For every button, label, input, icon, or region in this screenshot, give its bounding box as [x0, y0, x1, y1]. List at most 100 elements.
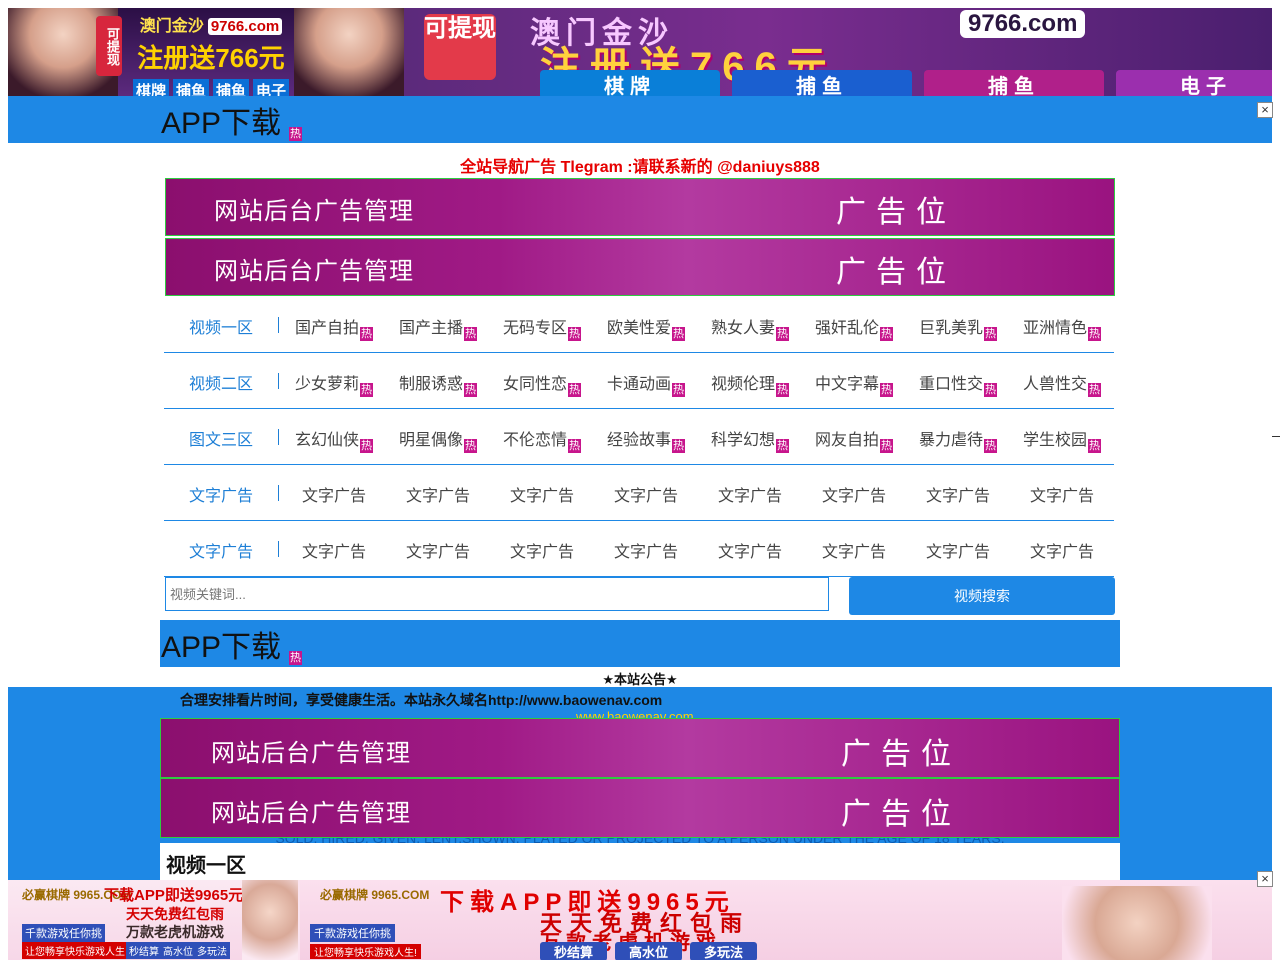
nav-row-video-1: 视频一区 国产自拍热 国产主播热 无码专区热 欧美性爱热 熟女人妻热 强奸乱伦热…: [164, 297, 1114, 353]
bottom-ad-banner[interactable]: 必赢棋牌 9965.COM 下载APP即送9965元 天天免费红包雨 万款老虎机…: [8, 880, 1272, 960]
ad-banner-text: 网站后台广告管理: [211, 800, 411, 827]
nav-link[interactable]: 科学幻想热: [698, 426, 802, 453]
app-download-bar-inner[interactable]: [160, 620, 1120, 667]
bottom-pill: 多玩法: [194, 942, 230, 959]
text-ad-link[interactable]: 文字广告: [1010, 538, 1114, 562]
scroll-marker: [1272, 436, 1280, 437]
nav-link[interactable]: 经验故事热: [594, 426, 698, 453]
text-ad-link[interactable]: 文字广告: [594, 482, 698, 506]
nav-link[interactable]: 欧美性爱热: [594, 314, 698, 341]
app-download-link[interactable]: APP下载: [161, 622, 281, 666]
text-ad-link[interactable]: 文字广告: [386, 482, 490, 506]
ad-banner-slot: 广告位: [841, 738, 961, 771]
text-ad-link[interactable]: 文字广告: [490, 482, 594, 506]
text-ad-link[interactable]: 文字广告: [594, 538, 698, 562]
ad-banner-slot: 广告位: [841, 798, 961, 831]
banner-photo: [294, 8, 404, 96]
nav-link[interactable]: 无码专区热: [490, 314, 594, 341]
text-ad-link[interactable]: 文字广告: [1010, 482, 1114, 506]
bottom-pills: 秒结算 高水位 多玩法: [540, 942, 758, 960]
nav-row-text-ads-2: 文字广告 文字广告 文字广告 文字广告 文字广告 文字广告 文字广告 文字广告 …: [164, 521, 1114, 577]
nav-link[interactable]: 少女萝莉热: [282, 370, 386, 397]
text-ad-link[interactable]: 文字广告: [802, 482, 906, 506]
nav-link[interactable]: 暴力虐待热: [906, 426, 1010, 453]
nav-link[interactable]: 人兽性交热: [1010, 370, 1114, 397]
text-ad-link[interactable]: 文字广告: [698, 538, 802, 562]
ad-banner-text: 网站后台广告管理: [214, 198, 414, 225]
nav-link[interactable]: 女同性恋热: [490, 370, 594, 397]
bottom-banner-small[interactable]: 必赢棋牌 9965.COM 下载APP即送9965元 天天免费红包雨 万款老虎机…: [8, 880, 298, 960]
text-ad-link[interactable]: 文字广告: [490, 538, 594, 562]
section-header: 视频一区: [160, 843, 1120, 880]
nav-link[interactable]: 明星偶像热: [386, 426, 490, 453]
nav-link[interactable]: 制服诱惑热: [386, 370, 490, 397]
search-button[interactable]: 视频搜索: [849, 577, 1115, 615]
banner-tags: 棋牌 捕鱼 捕鱼 电子: [126, 79, 296, 96]
ad-banner[interactable]: 网站后台广告管理 广告位: [165, 238, 1115, 296]
ad-banner-slot: 广告位: [836, 256, 956, 289]
nav-link[interactable]: 国产自拍热: [282, 314, 386, 341]
nav-link[interactable]: 国产主播热: [386, 314, 490, 341]
text-ad-link[interactable]: 文字广告: [282, 538, 386, 562]
site-notice[interactable]: 全站导航广告 Tlegram :请联系新的 @daniuys888: [160, 153, 1120, 177]
nav-divider: [278, 541, 279, 557]
top-banner-large[interactable]: 可提现 澳门金沙 9766.com 注册送766元 棋牌 捕鱼 捕鱼 电子: [390, 8, 1272, 96]
nav-link[interactable]: 玄幻仙侠热: [282, 426, 386, 453]
text-ad-link[interactable]: 文字广告: [802, 538, 906, 562]
text-ad-link[interactable]: 文字广告: [386, 538, 490, 562]
bottom-chip-2: 让您畅享快乐游戏人生: [22, 942, 128, 959]
nav-link[interactable]: 不伦恋情热: [490, 426, 594, 453]
nav-link[interactable]: 亚洲情色热: [1010, 314, 1114, 341]
hot-badge: 热: [289, 651, 302, 665]
nav-divider: [278, 373, 279, 389]
bottom-promo-line2: 天天免费红包雨: [126, 906, 224, 922]
bottom-pill: 秒结算: [126, 942, 162, 959]
ad-banner-slot: 广告位: [836, 196, 956, 229]
nav-category[interactable]: 文字广告: [164, 538, 278, 562]
nav-divider: [278, 317, 279, 333]
bottom-pill: 高水位: [160, 942, 196, 959]
bottom-banner-large[interactable]: 必赢棋牌 9965.COM 下载APP即送9965元 天天免费红包雨 万款老虎机…: [300, 880, 1272, 960]
ad-banner[interactable]: 网站后台广告管理 广告位: [165, 178, 1115, 236]
bottom-chip-2: 让您畅享快乐游戏人生!: [310, 944, 421, 959]
nav-link[interactable]: 重口性交热: [906, 370, 1010, 397]
nav-category[interactable]: 文字广告: [164, 482, 278, 506]
banner-promo: 注册送766元: [137, 43, 285, 73]
section-title: 视频一区: [166, 855, 246, 877]
ad-banner-text: 网站后台广告管理: [211, 740, 411, 767]
withdraw-badge-large: 可提现: [424, 14, 496, 80]
text-ad-link[interactable]: 文字广告: [698, 482, 802, 506]
bottom-chip: 千款游戏任你挑: [22, 924, 105, 942]
hot-badge: 热: [289, 127, 302, 141]
ad-banner[interactable]: 网站后台广告管理 广告位: [160, 778, 1120, 838]
nav-divider: [278, 485, 279, 501]
banner-code-large: 9766.com: [960, 10, 1086, 38]
bottom-chip: 千款游戏任你挑: [310, 924, 395, 942]
ad-banner-text: 网站后台广告管理: [214, 258, 414, 285]
nav-divider: [278, 429, 279, 445]
nav-link[interactable]: 中文字幕热: [802, 370, 906, 397]
nav-link[interactable]: 强奸乱伦热: [802, 314, 906, 341]
announcement-text: 合理安排看片时间，享受健康生活。本站永久域名http://www.baowena…: [180, 692, 663, 708]
announcement-title: ★本站公告★: [602, 672, 678, 687]
ad-banner[interactable]: 网站后台广告管理 广告位: [160, 718, 1120, 778]
nav-link[interactable]: 视频伦理热: [698, 370, 802, 397]
search-input[interactable]: [165, 577, 829, 611]
text-ad-link[interactable]: 文字广告: [282, 482, 386, 506]
nav-link[interactable]: 卡通动画热: [594, 370, 698, 397]
close-icon[interactable]: ×: [1257, 102, 1273, 118]
nav-category[interactable]: 视频一区: [164, 314, 278, 338]
top-banner-small[interactable]: 可提现 澳门金沙 9766.com 注册送766元 棋牌 捕鱼 捕鱼 电子: [8, 8, 404, 96]
text-ad-link[interactable]: 文字广告: [906, 482, 1010, 506]
nav-link[interactable]: 学生校园热: [1010, 426, 1114, 453]
nav-link[interactable]: 巨乳美乳热: [906, 314, 1010, 341]
close-icon[interactable]: ×: [1257, 871, 1273, 887]
nav-category[interactable]: 图文三区: [164, 426, 278, 450]
app-download-link[interactable]: APP下载: [161, 98, 281, 142]
banner-photo: [1062, 886, 1212, 960]
top-ad-banner[interactable]: 可提现 澳门金沙 9766.com 注册送766元 棋牌 捕鱼 捕鱼 电子 可提现 澳门…: [8, 8, 1272, 96]
nav-category[interactable]: 视频二区: [164, 370, 278, 394]
nav-link[interactable]: 熟女人妻热: [698, 314, 802, 341]
nav-link[interactable]: 网友自拍热: [802, 426, 906, 453]
text-ad-link[interactable]: 文字广告: [906, 538, 1010, 562]
